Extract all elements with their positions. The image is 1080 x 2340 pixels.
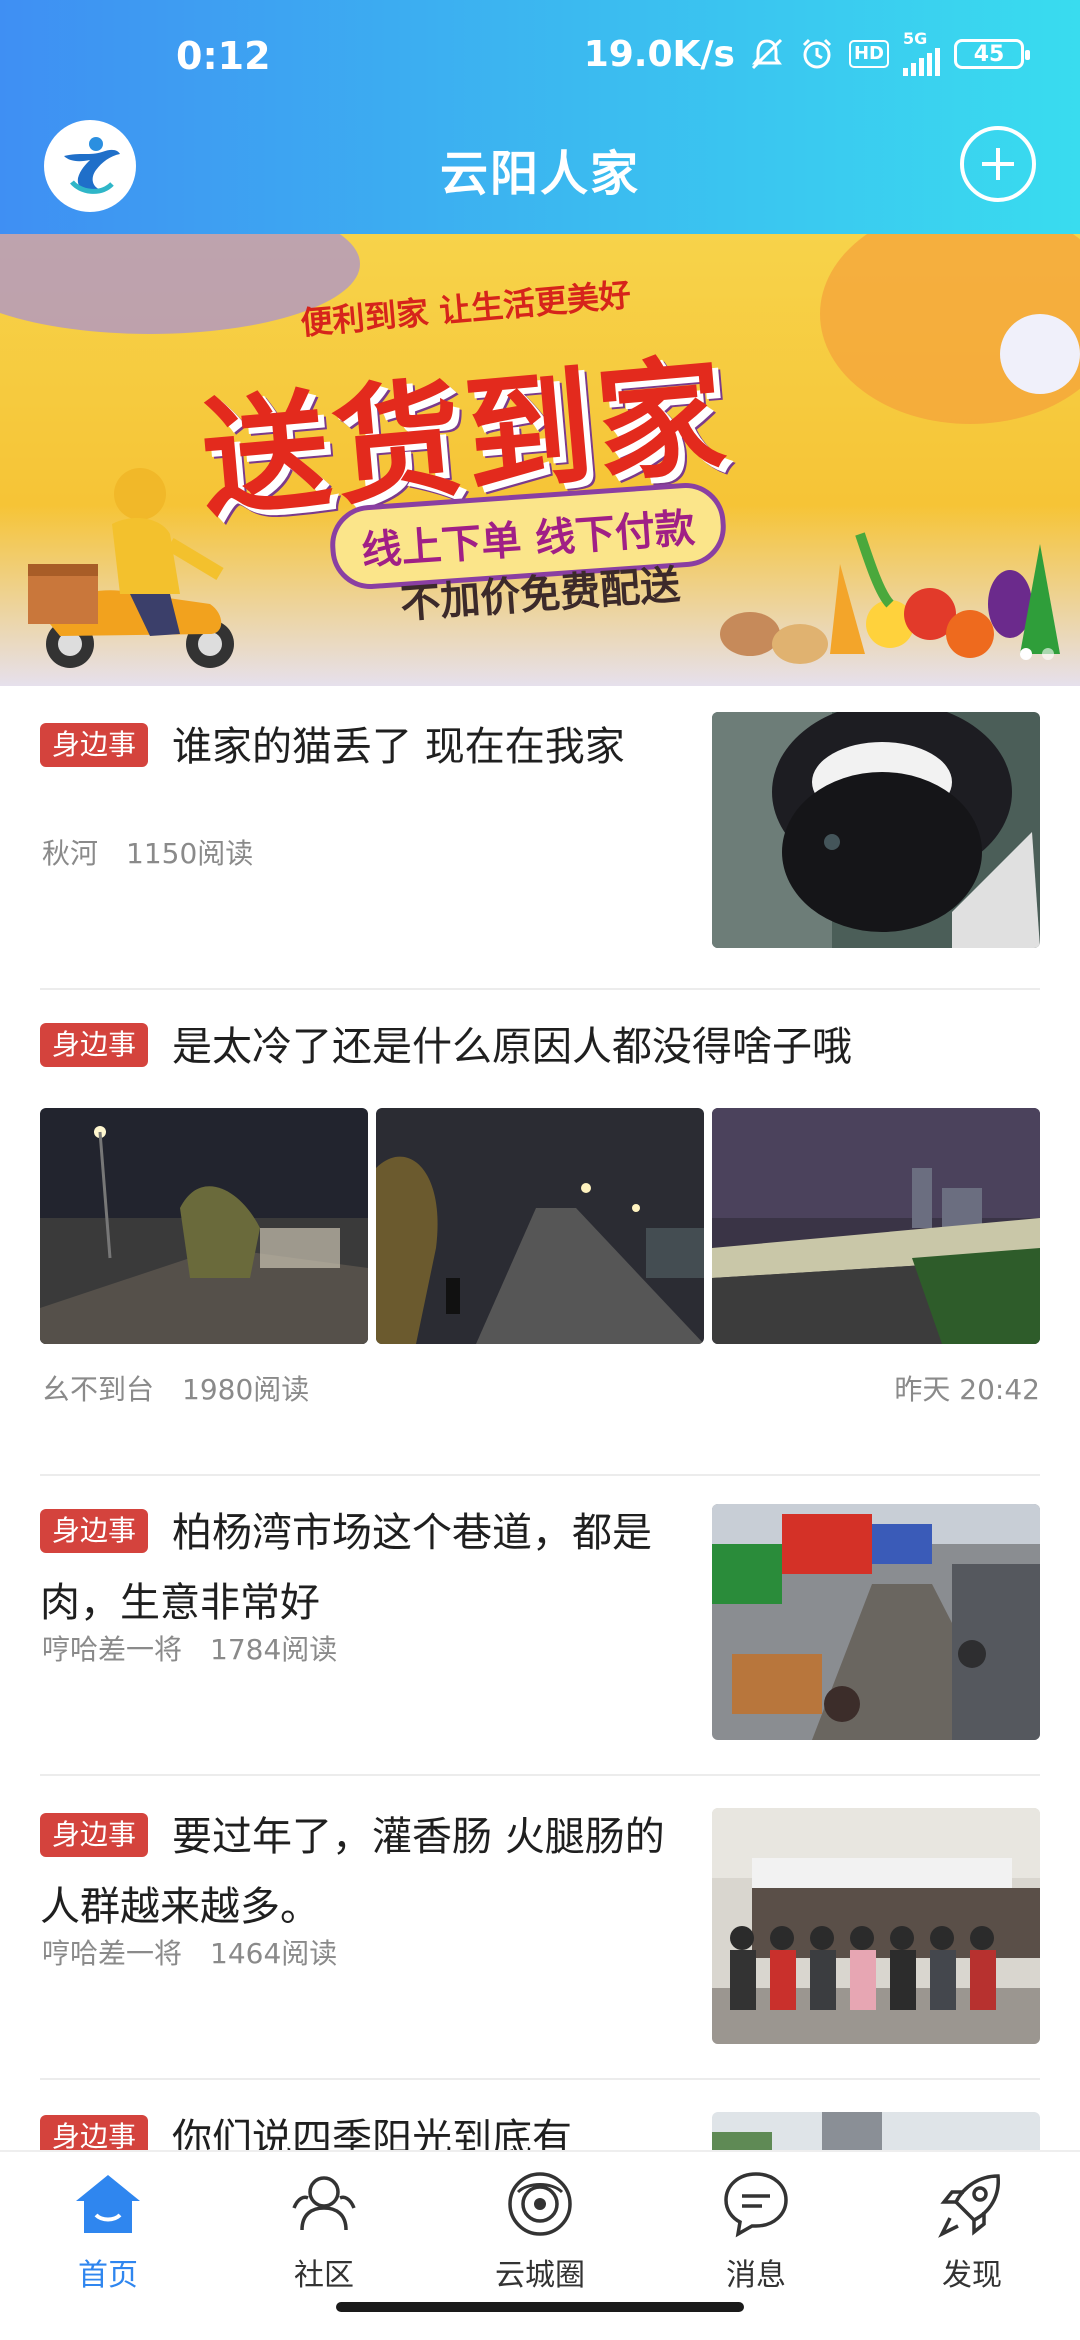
tab-community[interactable]: 社区 [216,2164,432,2294]
rocket-icon [932,2164,1012,2244]
tab-label: 社区 [294,2258,354,2293]
alarm-icon [799,36,835,72]
item-title: 身边事 你们说四季阳光到底有 [40,2104,680,2150]
battery-indicator: 45 [954,39,1030,69]
item-thumbnail[interactable] [712,2112,1040,2150]
tab-messages[interactable]: 消息 [648,2164,864,2294]
page-title: 云阳人家 [439,146,640,202]
network-speed: 19.0K/s [583,33,735,75]
item-title: 身边事 谁家的猫丢了 现在在我家 [40,712,680,782]
tab-label: 消息 [726,2258,786,2293]
item-title-text: 谁家的猫丢了 现在在我家 [172,724,625,770]
item-meta: 哼哈差一将 1784阅读 [42,1628,337,1668]
item-title: 身边事 是太冷了还是什么原因人都没得啥子哦 [40,1012,1040,1082]
divider [40,988,1040,990]
read-count: 1784阅读 [210,1633,338,1666]
mute-bell-icon [749,36,785,72]
item-meta: 哼哈差一将 1464阅读 [42,1932,337,1972]
category-tag: 身边事 [40,723,149,767]
item-title-text: 是太冷了还是什么原因人都没得啥子哦 [172,1024,853,1070]
app-header: 0:12 19.0K/s HD 5G 45 云阳人家 [0,0,1080,234]
author: 幺不到台 [42,1373,155,1406]
promo-banner[interactable]: 便利到家 让生活更美好 送货到家 线上下单 线下付款 不加价免费配送 [0,234,1080,686]
network-type: 5G [903,29,928,48]
category-tag: 身边事 [40,1023,149,1067]
status-time: 0:12 [176,34,271,78]
item-thumbnail[interactable] [712,1808,1040,2044]
night-street-photo [40,1108,368,1344]
tab-circle[interactable]: 云城圈 [432,2164,648,2294]
item-thumbnail[interactable] [40,1108,368,1344]
item-title-text: 你们说四季阳光到底有 [172,2116,573,2150]
status-icons: 19.0K/s HD 5G 45 [583,29,1030,76]
tab-label: 云城圈 [495,2258,585,2293]
author: 秋河 [42,837,99,870]
item-meta: 秋河 1150阅读 [42,832,253,872]
message-icon [716,2164,796,2244]
item-thumbnail[interactable] [376,1108,704,1344]
tab-label: 首页 [78,2258,138,2293]
circle-icon [500,2164,580,2244]
pagination-dot[interactable] [1042,648,1054,660]
item-title: 身边事 柏杨湾市场这个巷道，都是肉，生意非常好 [40,1498,680,1638]
signal-icon: 5G [903,29,940,76]
divider [40,1474,1040,1476]
divider [40,1774,1040,1776]
list-item[interactable]: 身边事 是太冷了还是什么原因人都没得啥子哦 幺不到台 1980阅读 昨天 20:… [40,1012,1040,1406]
queue-photo [712,1808,1040,2044]
list-item[interactable]: 身边事 要过年了，灌香肠 火腿肠的人群越来越多。 哼哈差一将 1464阅读 [40,1802,1040,2044]
item-title: 身边事 要过年了，灌香肠 火腿肠的人群越来越多。 [40,1802,680,1942]
community-icon [284,2164,364,2244]
list-item[interactable]: 身边事 你们说四季阳光到底有 [40,2104,1040,2150]
read-count: 1150阅读 [126,837,254,870]
category-tag: 身边事 [40,2115,149,2150]
read-count: 1980阅读 [182,1373,310,1406]
item-thumbnail[interactable] [712,712,1040,948]
home-icon [68,2164,148,2244]
post-time: 昨天 20:42 [894,1373,1040,1406]
night-road-photo [376,1108,704,1344]
app-bar: 云阳人家 [0,120,1080,234]
night-riverside-photo [712,1108,1040,1344]
list-item[interactable]: 身边事 谁家的猫丢了 现在在我家 秋河 1150阅读 [40,712,1040,948]
category-tag: 身边事 [40,1509,149,1553]
category-tag: 身边事 [40,1813,149,1857]
banner-pagination [1020,648,1054,660]
author: 哼哈差一将 [42,1633,183,1666]
status-bar: 0:12 19.0K/s HD 5G 45 [0,0,1080,120]
hd-badge: HD [848,40,889,68]
item-meta: 幺不到台 1980阅读 [42,1368,309,1408]
tab-home[interactable]: 首页 [0,2164,216,2294]
buildings-photo [712,2112,1040,2150]
divider [40,2078,1040,2080]
add-button[interactable] [960,126,1036,202]
tab-discover[interactable]: 发现 [864,2164,1080,2294]
author: 哼哈差一将 [42,1937,183,1970]
market-alley-photo [712,1504,1040,1740]
delivery-rider-illustration [28,468,234,668]
cat-photo [712,712,1040,948]
item-thumbnail[interactable] [712,1504,1040,1740]
plus-icon [982,148,1014,180]
tab-label: 发现 [942,2258,1002,2293]
pagination-dot[interactable] [1020,648,1032,660]
read-count: 1464阅读 [210,1937,338,1970]
list-item[interactable]: 身边事 柏杨湾市场这个巷道，都是肉，生意非常好 哼哈差一将 1784阅读 [40,1498,1040,1740]
item-thumbnail[interactable] [712,1108,1040,1344]
home-indicator[interactable] [336,2302,744,2312]
